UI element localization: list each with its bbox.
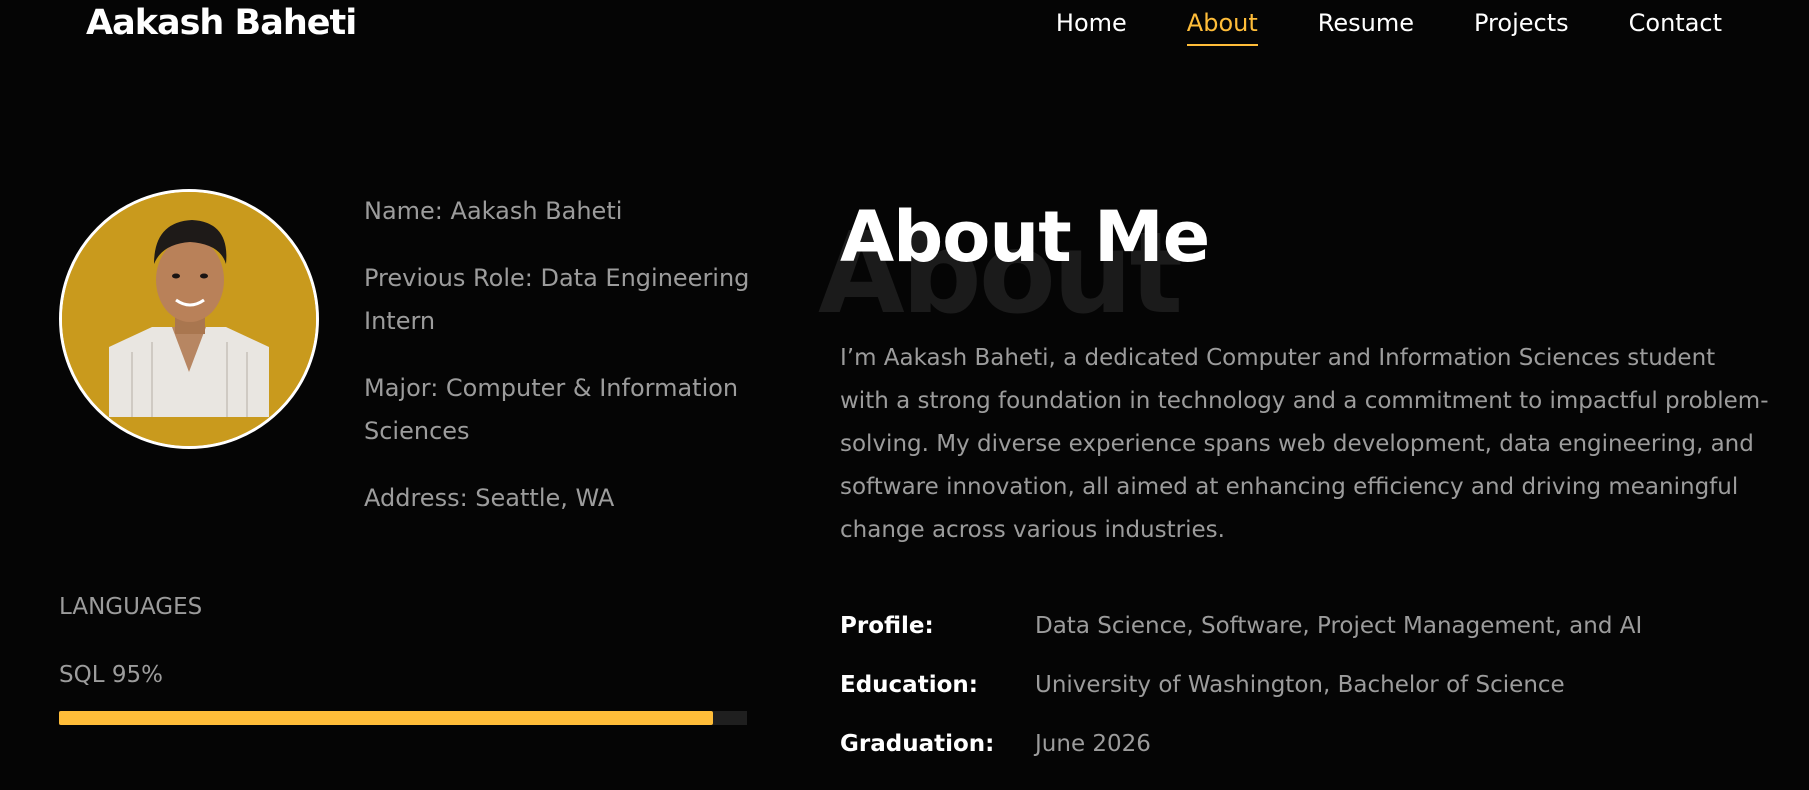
person-illustration xyxy=(62,192,316,446)
nav-projects[interactable]: Projects xyxy=(1474,9,1569,41)
skill-label-sql: SQL 95% xyxy=(59,662,163,688)
info-major: Major: Computer & Information Sciences xyxy=(364,374,739,445)
info-previous-role: Previous Role: Data Engineering Intern xyxy=(364,264,750,335)
detail-value: Data Science, Software, Project Manageme… xyxy=(1035,613,1643,639)
detail-row-graduation: Graduation: June 2026 xyxy=(840,731,1642,790)
detail-row-profile: Profile: Data Science, Software, Project… xyxy=(840,613,1642,672)
site-logo[interactable]: Aakash Baheti xyxy=(86,3,357,43)
profile-photo xyxy=(59,189,319,449)
about-details: Profile: Data Science, Software, Project… xyxy=(840,613,1642,790)
info-address: Address: Seattle, WA xyxy=(364,484,615,512)
info-name: Name: Aakash Baheti xyxy=(364,197,623,225)
skill-progress-sql xyxy=(59,711,747,725)
detail-key: Education: xyxy=(840,672,978,698)
personal-info: Name: Aakash Baheti Previous Role: Data … xyxy=(364,190,764,544)
nav-contact[interactable]: Contact xyxy=(1629,9,1722,41)
nav-resume[interactable]: Resume xyxy=(1318,9,1414,41)
main-nav: Home About Resume Projects Contact xyxy=(1056,9,1722,46)
detail-value: June 2026 xyxy=(1035,731,1151,757)
detail-value: University of Washington, Bachelor of Sc… xyxy=(1035,672,1565,698)
skill-progress-fill xyxy=(59,711,713,725)
detail-row-education: Education: University of Washington, Bac… xyxy=(840,672,1642,731)
about-title: About Me xyxy=(840,196,1210,278)
detail-key: Profile: xyxy=(840,613,934,639)
about-paragraph: I’m Aakash Baheti, a dedicated Computer … xyxy=(840,345,1769,543)
detail-key: Graduation: xyxy=(840,731,995,757)
nav-about[interactable]: About xyxy=(1186,9,1258,46)
languages-heading: LANGUAGES xyxy=(59,594,203,620)
nav-home[interactable]: Home xyxy=(1056,9,1127,41)
